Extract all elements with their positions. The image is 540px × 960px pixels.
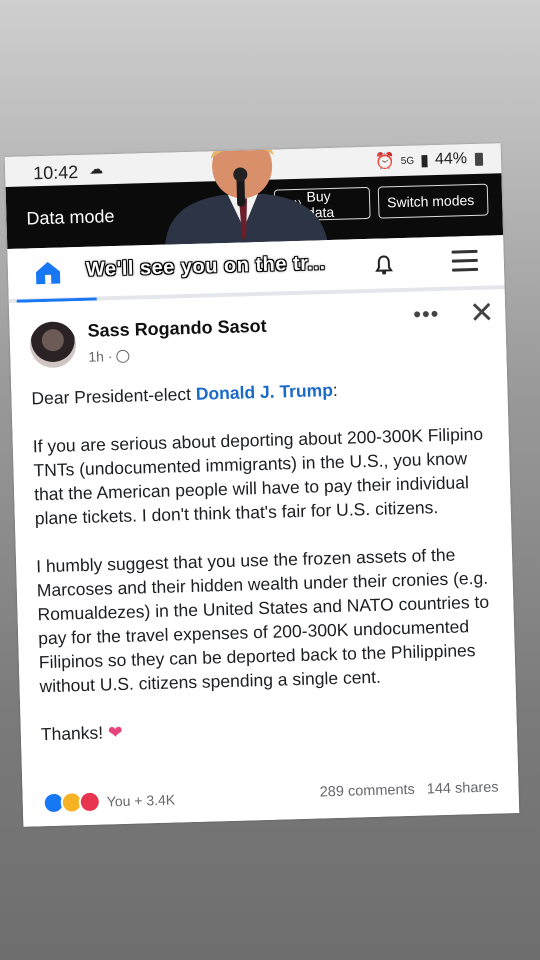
greeting-suffix: : <box>332 379 339 400</box>
reactions-summary[interactable]: You + 3.4K <box>42 789 175 815</box>
heart-icon: ❤ <box>107 721 123 743</box>
network-label: 5G <box>400 155 415 167</box>
post-time: 1h · <box>88 348 113 365</box>
greeting-prefix: Dear President-elect <box>31 383 197 409</box>
post-meta: 1h · <box>88 348 130 365</box>
post-stats: 289 comments 144 shares <box>320 780 499 801</box>
person-overlay-figure <box>165 143 328 245</box>
post-greeting: Dear President-elect Donald J. Trump: <box>31 374 491 411</box>
reaction-count: You + 3.4K <box>106 791 176 810</box>
home-icon[interactable] <box>34 260 63 287</box>
love-reaction-icon <box>78 790 102 814</box>
cloud-icon: ☁ <box>88 160 104 177</box>
avatar[interactable] <box>29 321 77 369</box>
facebook-post: Sass Rogando Sasot 1h · ••• ✕ Dear Presi… <box>8 289 520 827</box>
author-name[interactable]: Sass Rogando Sasot <box>87 316 267 342</box>
status-icons: ⏰ 5G ▮ 44% <box>375 149 484 172</box>
mention-link[interactable]: Donald J. Trump <box>196 380 334 404</box>
menu-icon[interactable] <box>451 249 479 273</box>
alarm-icon: ⏰ <box>374 153 396 171</box>
shares-count[interactable]: 144 shares <box>427 780 499 798</box>
post-body: Dear President-elect Donald J. Trump: If… <box>31 374 502 771</box>
battery-icon <box>474 152 484 166</box>
post-closing: Thanks! ❤ <box>41 709 501 746</box>
post-paragraph-1: If you are serious about deporting about… <box>32 423 484 529</box>
signal-icon: ▮ <box>419 152 430 170</box>
switch-modes-button[interactable]: Switch modes <box>377 183 489 219</box>
comments-count[interactable]: 289 comments <box>320 782 416 801</box>
globe-icon <box>116 349 130 363</box>
screenshot-card: 10:42 ☁ ⏰ 5G ▮ 44% Data mode ((•)) Buy d… <box>4 143 520 827</box>
battery-percent: 44% <box>434 150 468 169</box>
data-mode-title: Data mode <box>26 206 115 229</box>
more-options-icon[interactable]: ••• <box>413 301 440 328</box>
close-icon[interactable]: ✕ <box>469 295 495 331</box>
notifications-bell-icon[interactable] <box>372 252 397 277</box>
closing-text: Thanks! <box>40 722 104 745</box>
post-paragraph-2: I humbly suggest that you use the frozen… <box>35 544 490 697</box>
status-time: 10:42 <box>32 162 79 184</box>
